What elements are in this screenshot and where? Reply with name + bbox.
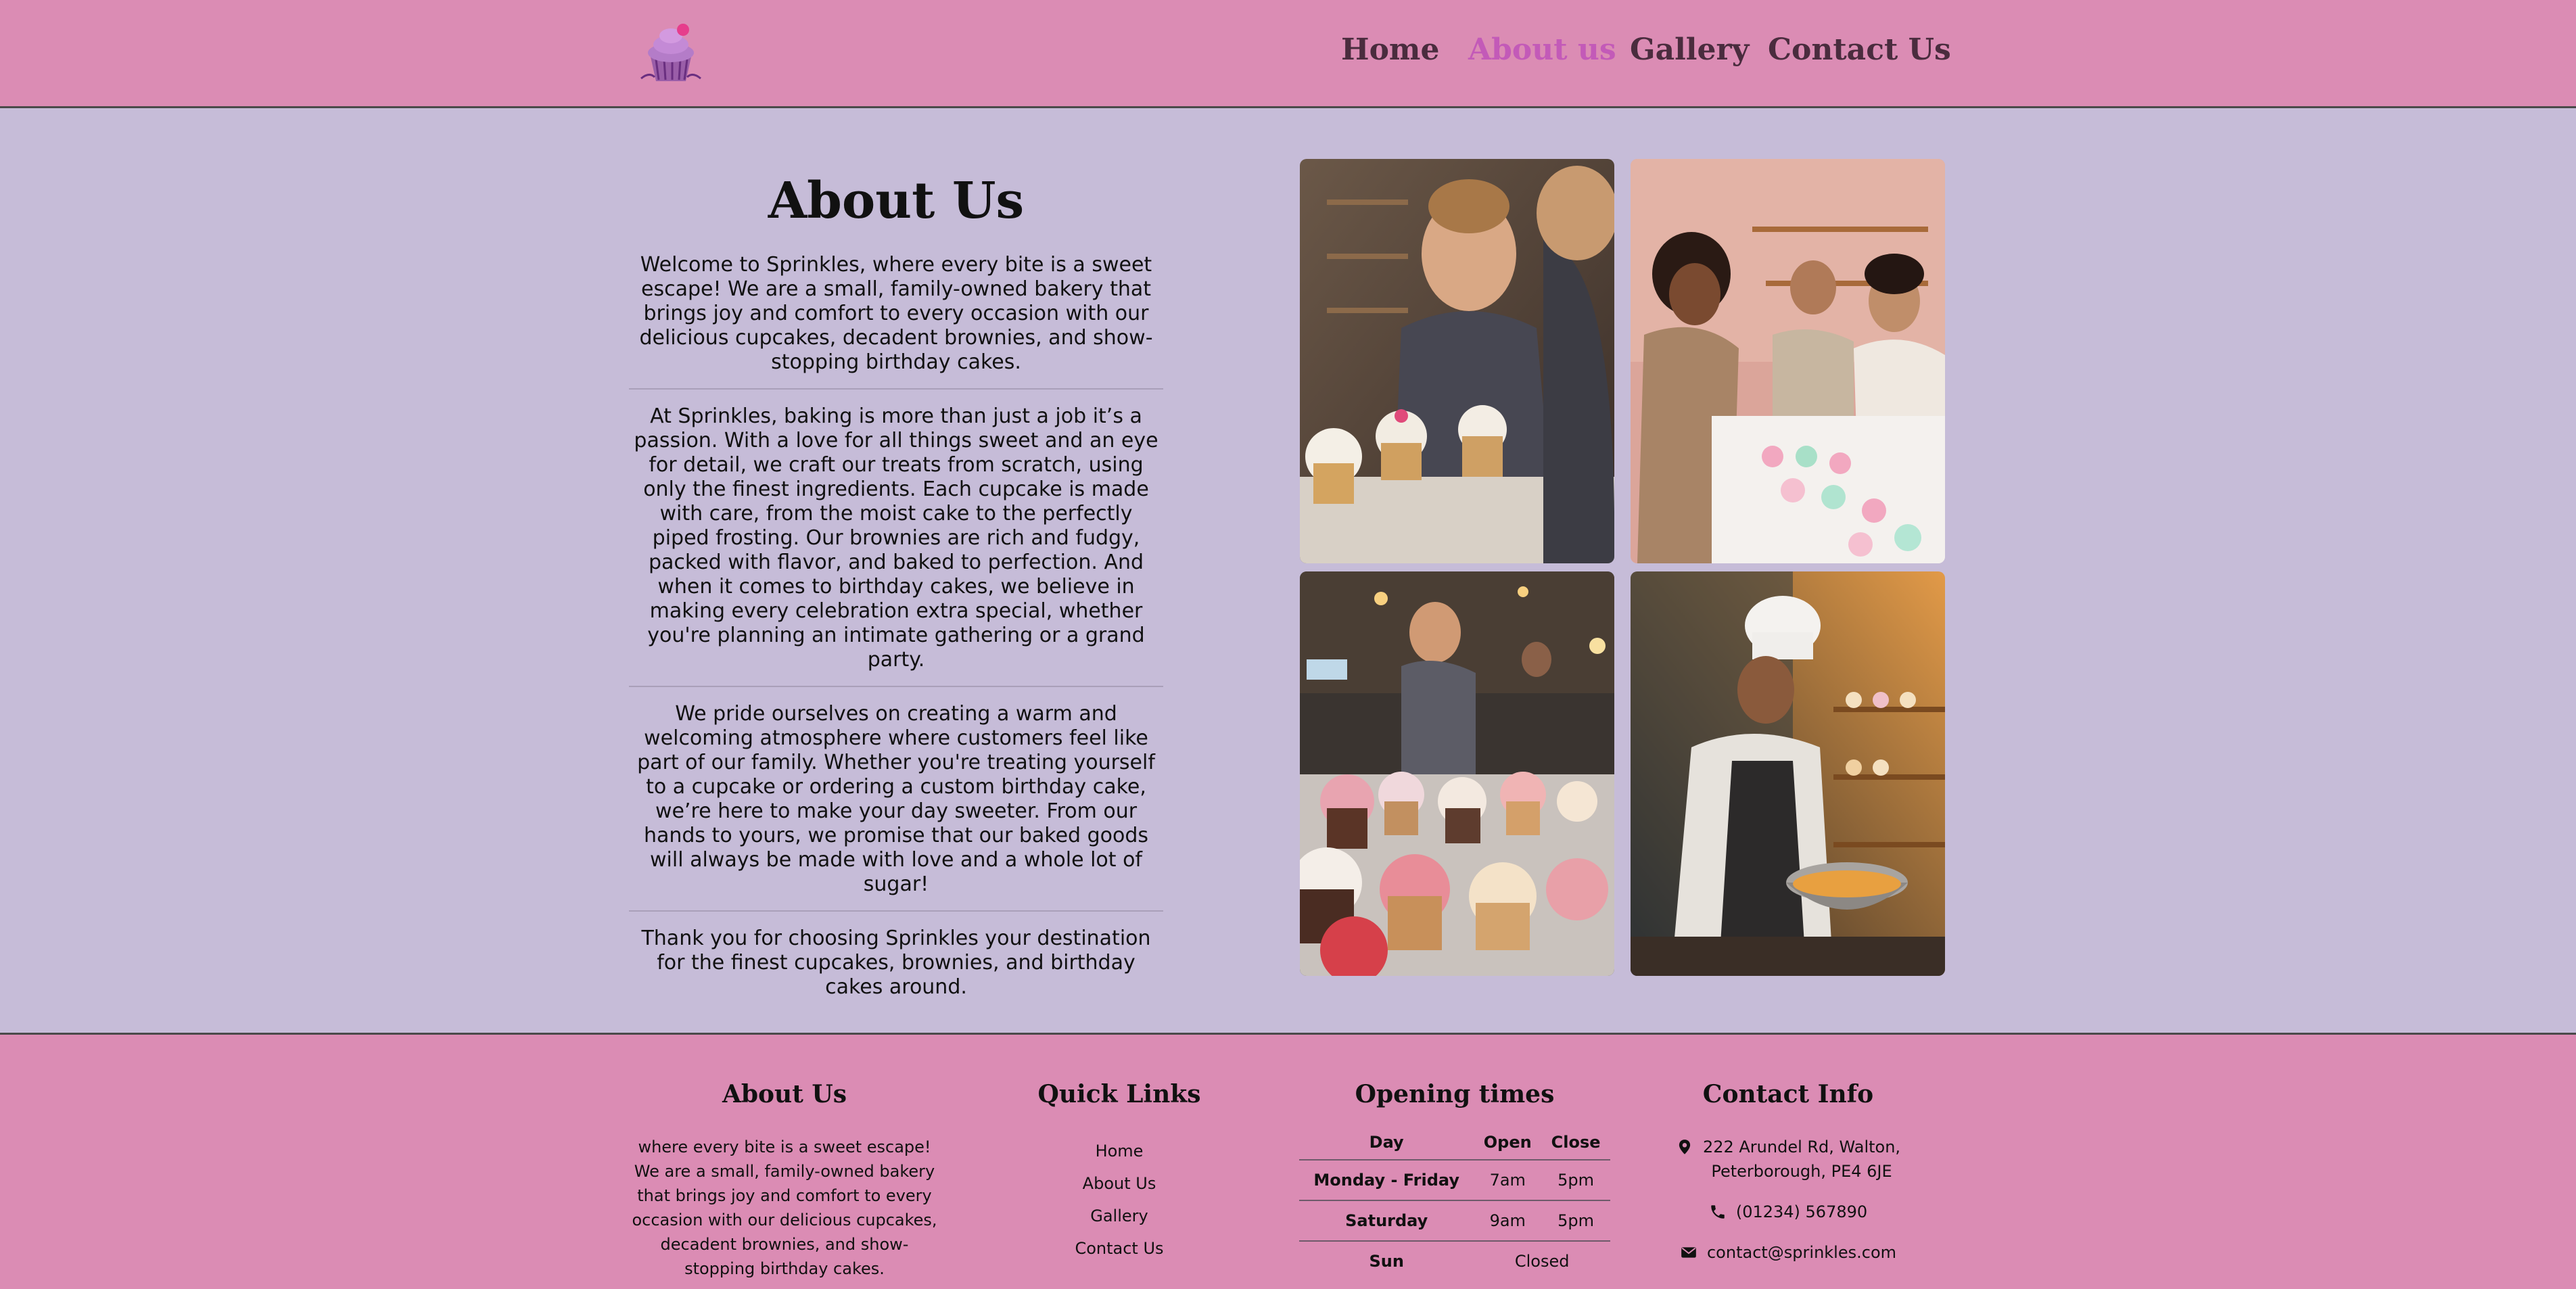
footer-about-title: About Us xyxy=(722,1080,847,1108)
contact-address-line1: 222 Arundel Rd, Walton, xyxy=(1702,1138,1901,1156)
photo-chef-mixing-bowl xyxy=(1631,571,1945,976)
divider xyxy=(629,388,1163,390)
contact-email-text: contact@sprinkles.com xyxy=(1706,1243,1897,1262)
envelope-icon xyxy=(1681,1247,1696,1258)
about-paragraph: We pride ourselves on creating a warm an… xyxy=(637,702,1155,896)
site-footer: About Us where every bite is a sweet esc… xyxy=(0,1033,2576,1289)
photo-cupcakes-in-bakery xyxy=(1300,571,1614,976)
nav-contact-us[interactable]: Contact Us xyxy=(1768,32,1951,73)
table-header-open: Open xyxy=(1483,1133,1532,1152)
contact-email[interactable]: contact@sprinkles.com xyxy=(1653,1240,1923,1265)
hours-day: Monday - Friday xyxy=(1299,1159,1474,1200)
footer-contact: Contact Info 222 Arundel Rd, Walton, Pet… xyxy=(1653,1082,1923,1281)
footer-quick-links: Quick Links Home About Us Gallery Contac… xyxy=(1008,1082,1231,1265)
main-content: About Us Welcome to Sprinkles, where eve… xyxy=(0,108,2576,1033)
footer-link-contact-us[interactable]: Contact Us xyxy=(1008,1232,1231,1265)
hours-closed: Closed xyxy=(1474,1240,1610,1281)
hours-open: 7am xyxy=(1474,1159,1542,1200)
contact-address: 222 Arundel Rd, Walton, Peterborough, PE… xyxy=(1653,1135,1923,1183)
table-header-day: Day xyxy=(1369,1133,1404,1152)
hours-day: Sun xyxy=(1299,1240,1474,1281)
hours-close: 5pm xyxy=(1541,1200,1610,1241)
about-section: About Us Welcome to Sprinkles, where eve… xyxy=(629,176,1163,1000)
footer-link-gallery[interactable]: Gallery xyxy=(1008,1200,1231,1232)
footer-link-about-us[interactable]: About Us xyxy=(1008,1167,1231,1200)
footer-about-text: where every bite is a sweet escape! We a… xyxy=(632,1138,937,1278)
contact-phone[interactable]: (01234) 567890 xyxy=(1653,1200,1923,1224)
page-title: About Us xyxy=(768,172,1025,230)
footer-opening-times: Opening times Day Open Close Monday - Fr… xyxy=(1299,1082,1610,1281)
table-row: Saturday 9am 5pm xyxy=(1299,1200,1610,1241)
footer-about: About Us where every bite is a sweet esc… xyxy=(632,1082,937,1281)
about-paragraph: At Sprinkles, baking is more than just a… xyxy=(634,404,1158,672)
divider xyxy=(629,910,1163,912)
photo-team-at-cupcake-counter xyxy=(1631,159,1945,563)
nav-gallery[interactable]: Gallery xyxy=(1630,32,1749,73)
photo-baker-decorating-cupcakes xyxy=(1300,159,1614,563)
table-row: Monday - Friday 7am 5pm xyxy=(1299,1159,1610,1200)
footer-opening-title: Opening times xyxy=(1355,1080,1555,1108)
about-paragraph: Welcome to Sprinkles, where every bite i… xyxy=(639,253,1153,374)
contact-address-line2: Peterborough, PE4 6JE xyxy=(1711,1162,1892,1181)
about-paragraph: Thank you for choosing Sprinkles your de… xyxy=(641,927,1151,999)
hours-open: 9am xyxy=(1474,1200,1542,1241)
site-header: Home About us Gallery Contact Us xyxy=(0,0,2576,108)
footer-link-home[interactable]: Home xyxy=(1008,1135,1231,1167)
hours-day: Saturday xyxy=(1299,1200,1474,1241)
footer-contact-title: Contact Info xyxy=(1702,1080,1874,1108)
table-row: Sun Closed xyxy=(1299,1240,1610,1281)
opening-hours-table: Day Open Close Monday - Friday 7am 5pm S… xyxy=(1299,1125,1610,1281)
divider xyxy=(629,686,1163,687)
hours-close: 5pm xyxy=(1541,1159,1610,1200)
cupcake-logo[interactable] xyxy=(636,18,706,84)
footer-quick-links-title: Quick Links xyxy=(1037,1080,1201,1108)
nav-about-us[interactable]: About us xyxy=(1468,32,1616,73)
cupcake-icon xyxy=(640,24,701,81)
phone-icon xyxy=(1711,1205,1725,1219)
map-pin-icon xyxy=(1679,1140,1691,1154)
nav-home[interactable]: Home xyxy=(1341,32,1439,73)
table-header-close: Close xyxy=(1551,1133,1601,1152)
contact-phone-text: (01234) 567890 xyxy=(1735,1202,1868,1221)
